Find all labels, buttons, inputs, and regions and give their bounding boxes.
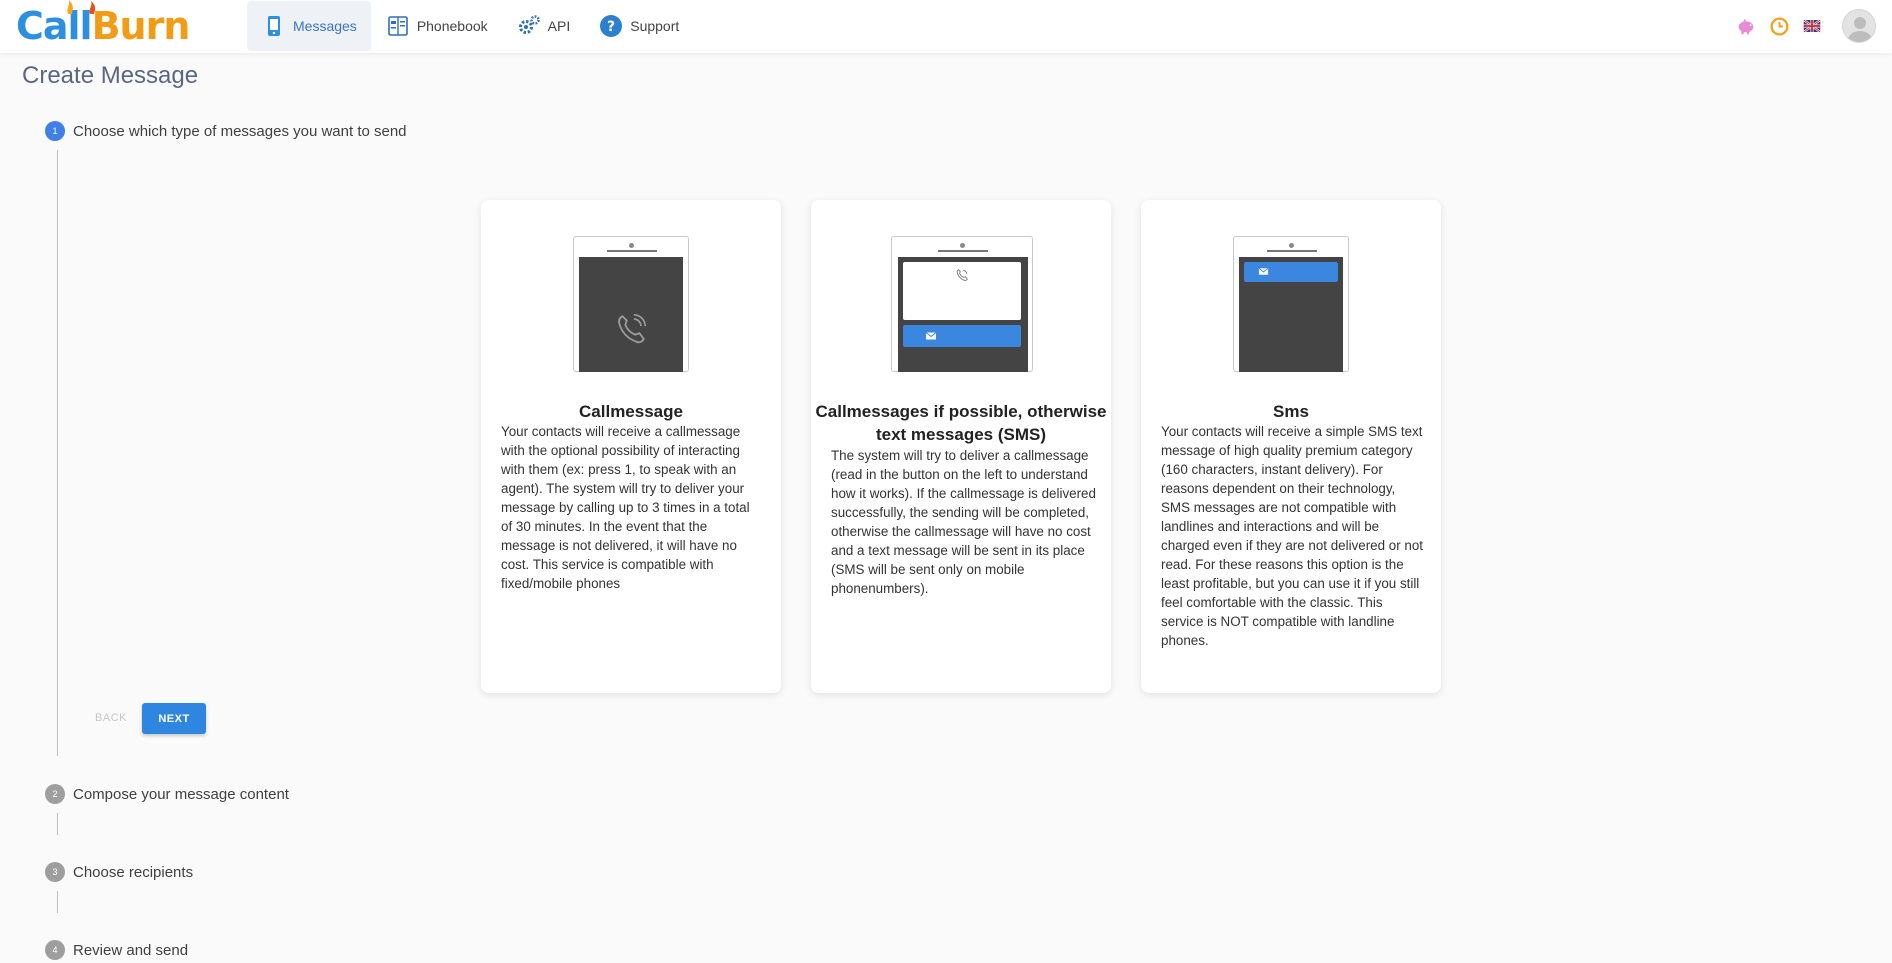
phone-screen: [1239, 257, 1343, 372]
phone-camera: [1289, 243, 1294, 248]
phone-callmessage-illustration: [573, 236, 689, 372]
nav-messages-label: Messages: [293, 18, 357, 34]
phonebook-icon: [385, 13, 411, 39]
top-bar: Call Burn Messages Phonebook API ? Suppor…: [0, 0, 1892, 53]
callburn-logo[interactable]: Call Burn: [16, 0, 190, 48]
nav-phonebook[interactable]: Phonebook: [371, 1, 502, 51]
call-panel: [903, 262, 1021, 320]
card-callmessage-title: Callmessage: [579, 402, 683, 421]
phone-speaker: [938, 250, 988, 252]
step-2-connector: [57, 813, 58, 835]
next-button[interactable]: NEXT: [142, 703, 206, 734]
step-1-label: Choose which type of messages you want t…: [73, 122, 407, 140]
uk-flag-icon[interactable]: [1800, 14, 1824, 38]
nav-api-label: API: [547, 18, 571, 34]
main-nav: Messages Phonebook API ? Support: [247, 0, 693, 52]
phone-speaker: [607, 250, 657, 252]
clock-icon[interactable]: [1767, 14, 1791, 38]
nav-api[interactable]: API: [502, 1, 585, 51]
card-sms-description: Your contacts will receive a simple SMS …: [1161, 424, 1424, 648]
gears-icon: [516, 13, 542, 39]
piggy-bank-icon[interactable]: [1734, 14, 1758, 38]
step-4[interactable]: 4 Review and send: [45, 940, 188, 960]
phone-call-icon: [618, 313, 647, 344]
step-3-label: Choose recipients: [73, 863, 194, 881]
step-4-label: Review and send: [73, 941, 189, 959]
page-title: Create Message: [22, 62, 199, 89]
step-2-label: Compose your message content: [73, 785, 289, 803]
phone-speaker: [1267, 250, 1317, 252]
nav-messages[interactable]: Messages: [247, 1, 371, 51]
step-4-number: 4: [45, 940, 65, 960]
step-2[interactable]: 2 Compose your message content: [45, 784, 289, 804]
phone-screen: [898, 257, 1028, 372]
card-sms[interactable]: Sms Your contacts will receive a simple …: [1141, 200, 1441, 693]
step-1-number: 1: [45, 121, 65, 141]
question-icon: ?: [598, 13, 624, 39]
flame-icon: [67, 0, 96, 14]
nav-support[interactable]: ? Support: [584, 1, 693, 51]
phone-camera: [960, 243, 965, 248]
avatar-body: [1848, 31, 1872, 42]
svg-text:?: ?: [607, 19, 615, 35]
phone-call-icon: [956, 269, 968, 281]
nav-phonebook-label: Phonebook: [416, 18, 488, 34]
step-3-connector: [57, 891, 58, 913]
back-button[interactable]: BACK: [90, 704, 132, 732]
card-sms-title: Sms: [1273, 402, 1309, 421]
phone-camera: [629, 243, 634, 248]
sms-bar: [1244, 262, 1338, 282]
card-callmessage-or-sms-title: Callmessages if possible, otherwise text…: [815, 402, 1107, 444]
step-1[interactable]: 1 Choose which type of messages you want…: [45, 121, 407, 141]
header-actions: [1725, 0, 1892, 52]
nav-support-label: Support: [630, 18, 680, 34]
phone-messages-icon: [261, 13, 287, 39]
card-callmessage-or-sms[interactable]: Callmessages if possible, otherwise text…: [811, 200, 1111, 693]
avatar[interactable]: [1842, 9, 1876, 43]
phone-screen: [579, 257, 683, 372]
envelope-icon: [925, 332, 937, 340]
envelope-icon: [1258, 267, 1269, 275]
card-callmessage-or-sms-description: The system will try to deliver a callmes…: [831, 448, 1096, 596]
step-1-connector: [57, 150, 58, 756]
card-callmessage-description: Your contacts will receive a callmessage…: [501, 424, 750, 591]
phone-sms-illustration: [1233, 236, 1349, 372]
step-3[interactable]: 3 Choose recipients: [45, 862, 193, 882]
phone-hybrid-illustration: [891, 236, 1033, 372]
card-callmessage[interactable]: Callmessage Your contacts will receive a…: [481, 200, 781, 693]
avatar-head: [1854, 17, 1866, 29]
step-3-number: 3: [45, 862, 65, 882]
step-2-number: 2: [45, 784, 65, 804]
sms-bar: [903, 325, 1021, 347]
